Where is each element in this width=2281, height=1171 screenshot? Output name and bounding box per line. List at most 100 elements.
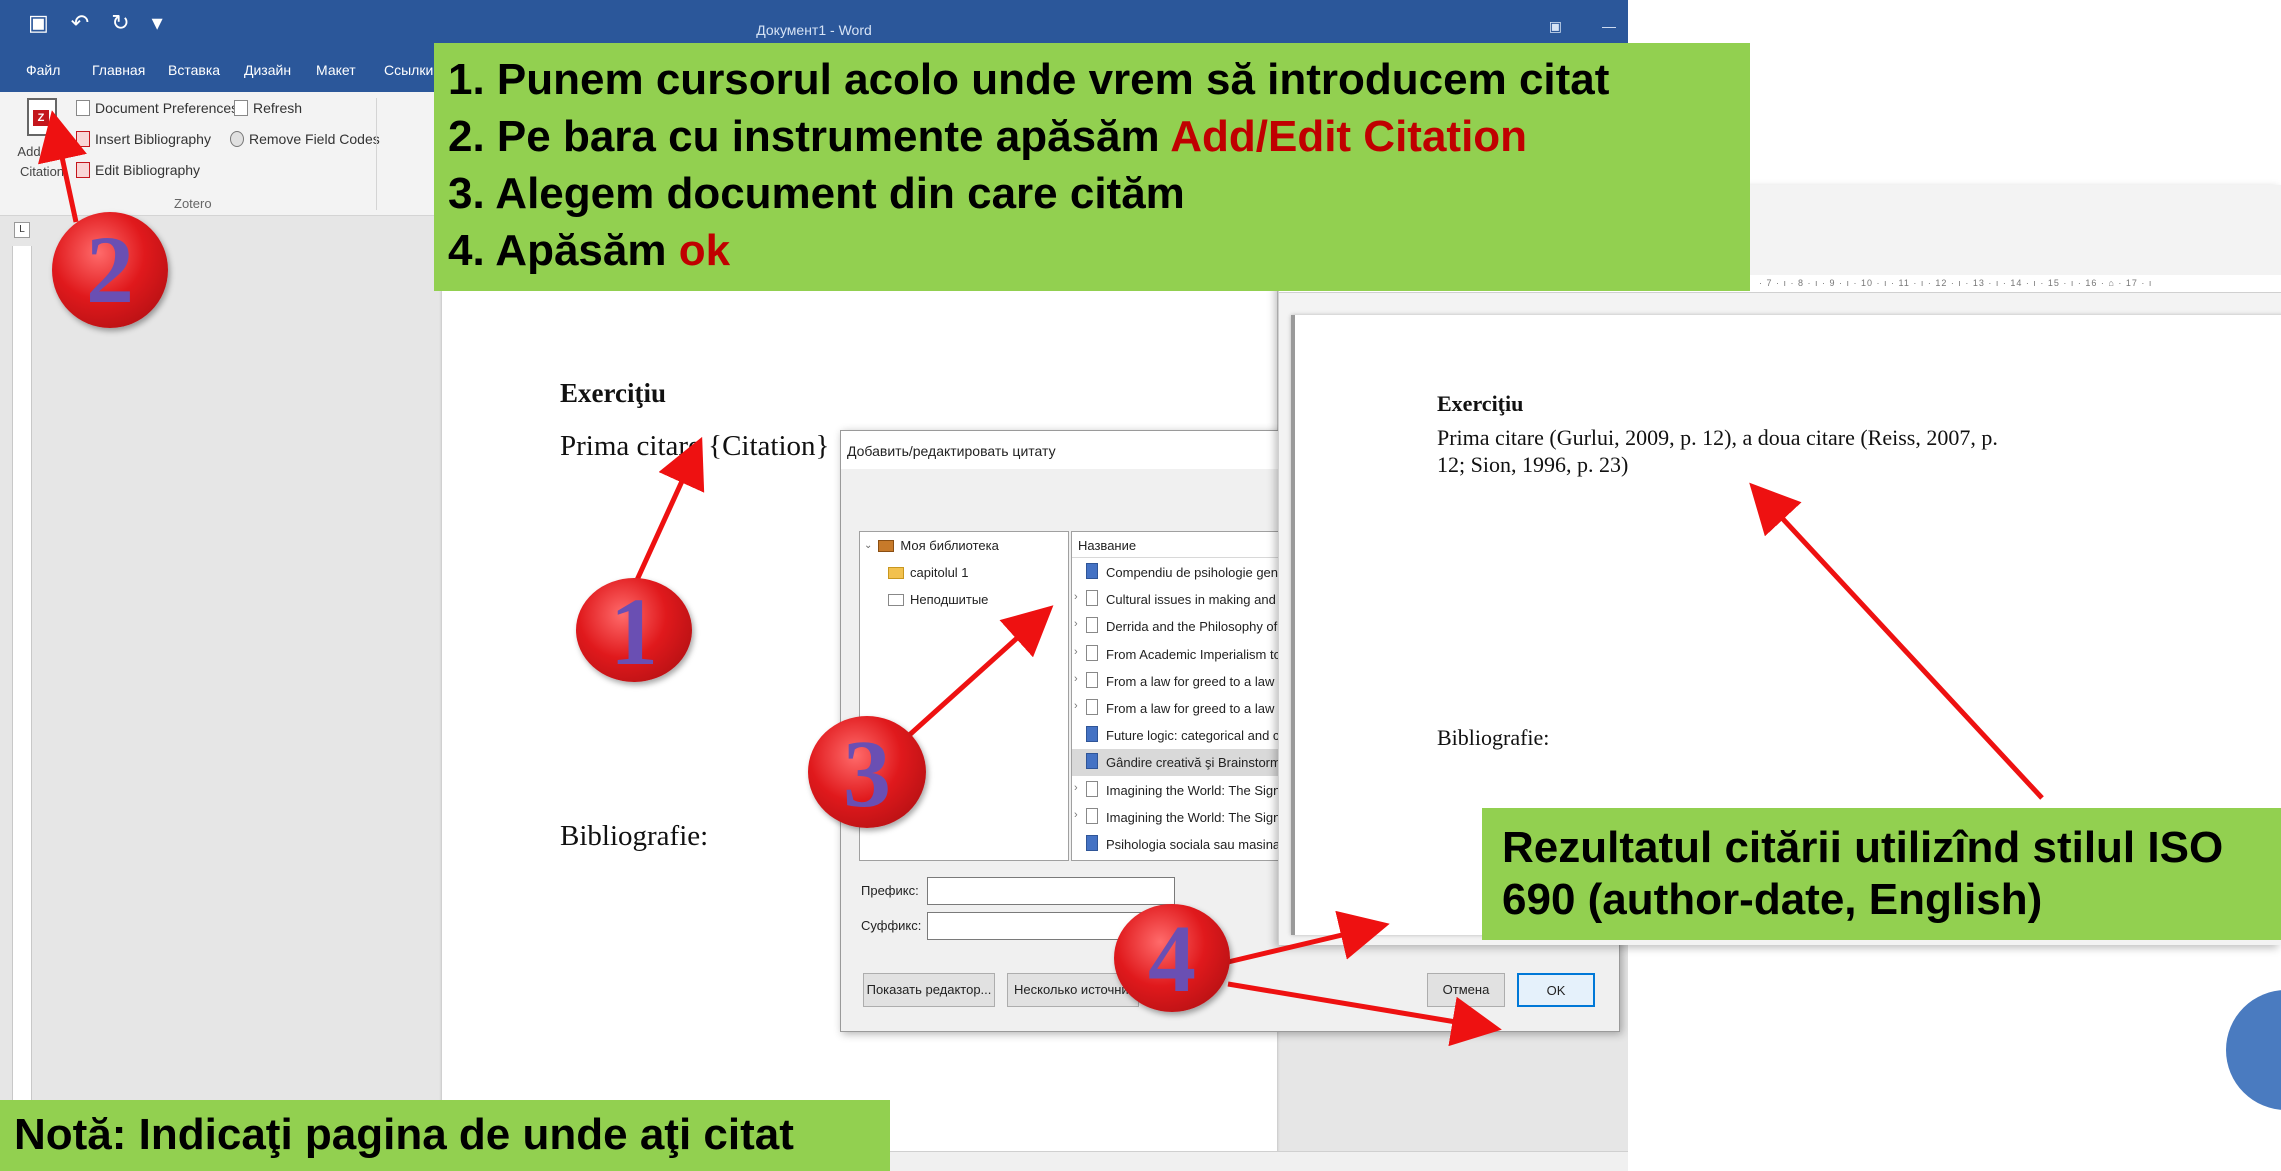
list-item-label: Derrida and the Philosophy of L	[1106, 619, 1289, 635]
document-icon	[1086, 617, 1098, 634]
cancel-button[interactable]: Отмена	[1427, 973, 1505, 1007]
prefix-input[interactable]	[927, 877, 1175, 905]
window-title: Документ1 - Word	[756, 22, 872, 38]
prefix-label: Префикс:	[861, 883, 919, 898]
list-item-label: Imagining the World: The Signif	[1106, 809, 1287, 825]
add-edit-citation-button[interactable]: Add/Edit Citation	[14, 98, 70, 182]
instruction-4: 4. Apăsăm ok	[448, 222, 1736, 279]
ribbon-display-icon[interactable]: ▣	[1549, 18, 1562, 35]
ok-button[interactable]: OK	[1517, 973, 1595, 1007]
slide-decoration-circle	[2226, 990, 2281, 1110]
tab-design[interactable]: Дизайн	[244, 62, 291, 78]
chevron-right-icon[interactable]: ›	[1074, 673, 1078, 685]
tree-item-unfiled[interactable]: Неподшитые	[888, 592, 988, 607]
list-item-label: Gândire creativă şi Brainstormin	[1106, 755, 1291, 771]
document-icon	[1086, 644, 1098, 661]
chevron-right-icon[interactable]: ›	[1074, 700, 1078, 712]
insert-bibliography-label: Insert Bibliography	[95, 131, 211, 147]
edit-bibliography-icon	[76, 162, 90, 178]
instruction-2-text: 2. Pe bara cu instrumente apăsăm	[448, 112, 1171, 161]
document-preferences-label: Document Preferences	[95, 100, 239, 116]
folder-icon	[888, 566, 904, 579]
tree-label-unfiled: Неподшитые	[910, 592, 989, 607]
tree-item-capitolul-1[interactable]: capitolul 1	[888, 565, 969, 580]
zotero-citation-icon	[27, 98, 57, 136]
note-callout: Notă: Indicaţi pagina de unde aţi citat	[0, 1100, 890, 1171]
refresh-icon	[234, 100, 248, 116]
result-callout-text: Rezultatul citării utilizînd stilul ISO …	[1502, 823, 2224, 924]
tab-selector[interactable]: L	[14, 222, 30, 238]
document-icon	[1086, 671, 1098, 688]
document-icon	[1086, 780, 1098, 797]
title-bar: ▣ ↶ ↻ ▾ Документ1 - Word ▣ —	[0, 0, 1628, 44]
add-edit-citation-label: Add/Edit Citation	[17, 144, 67, 179]
result-bibliography: Bibliografie:	[1437, 725, 1550, 750]
edit-bibliography-button[interactable]: Edit Bibliography	[76, 162, 200, 178]
refresh-label: Refresh	[253, 100, 303, 116]
refresh-button[interactable]: Refresh	[234, 100, 302, 116]
doc-bibliography: Bibliografie:	[560, 820, 709, 852]
instruction-3: 3. Alegem document din care cităm	[448, 169, 1185, 218]
step-badge-3: 3	[808, 716, 926, 828]
instruction-4-text: 4. Apăsăm	[448, 226, 679, 275]
step-badge-1: 1	[576, 578, 692, 685]
tree-item-my-library[interactable]: ⌄ Моя библиотека	[864, 538, 999, 553]
instruction-2: 2. Pe bara cu instrumente apăsăm Add/Edi…	[448, 108, 1736, 165]
library-icon	[878, 539, 895, 552]
doc-citation-line: Prima citare {Citation}	[560, 430, 830, 462]
edit-bibliography-label: Edit Bibliography	[95, 162, 201, 178]
remove-field-codes-button[interactable]: Remove Field Codes	[230, 131, 380, 147]
show-editor-button[interactable]: Показать редактор...	[863, 973, 995, 1007]
result-citation-line-1: Prima citare (Gurlui, 2009, p. 12), a do…	[1437, 425, 1998, 450]
list-item-label: Future logic: categorical and co	[1106, 728, 1287, 744]
list-item-label: From Academic Imperialism to	[1106, 646, 1281, 662]
insert-bibliography-button[interactable]: Insert Bibliography	[76, 131, 211, 147]
instruction-2-highlight: Add/Edit Citation	[1170, 112, 1528, 161]
list-item-label: From a law for greed to a law fo	[1106, 701, 1289, 716]
tab-layout[interactable]: Макет	[316, 62, 356, 78]
doc-heading: Exerciţiu	[560, 378, 666, 408]
document-icon	[1086, 590, 1098, 607]
instruction-4-highlight: ok	[678, 226, 731, 275]
remove-field-codes-label: Remove Field Codes	[249, 131, 380, 147]
chevron-down-icon[interactable]: ⌄	[864, 540, 872, 551]
tab-home[interactable]: Главная	[92, 62, 145, 78]
tab-file[interactable]: Файл	[26, 62, 60, 78]
unfiled-icon	[888, 593, 904, 606]
chevron-right-icon[interactable]: ›	[1074, 591, 1078, 603]
step-badge-2: 2	[52, 212, 168, 328]
chevron-right-icon[interactable]: ›	[1074, 618, 1078, 630]
result-citation-line-2: 12; Sion, 1996, p. 23)	[1437, 452, 1629, 477]
result-heading: Exerciţiu	[1437, 391, 1524, 416]
instructions-callout: 1. Punem cursorul acolo unde vrem să int…	[434, 43, 1750, 291]
book-icon	[1086, 753, 1098, 770]
note-text: Notă: Indicaţi pagina de unde aţi citat	[14, 1110, 794, 1159]
window-controls: ▣ —	[1549, 18, 1616, 35]
tree-label-capitolul-1: capitolul 1	[910, 565, 969, 580]
book-icon	[1086, 563, 1098, 579]
chevron-right-icon[interactable]: ›	[1074, 782, 1078, 794]
document-icon	[1086, 807, 1098, 824]
list-item-label: Psihologia sociala sau masina d	[1106, 837, 1291, 852]
preferences-icon	[76, 100, 90, 116]
chevron-right-icon[interactable]: ›	[1074, 646, 1078, 658]
document-preferences-button[interactable]: Document Preferences	[76, 100, 238, 116]
book-icon	[1086, 835, 1098, 851]
vertical-ruler	[12, 246, 32, 1171]
tab-insert[interactable]: Вставка	[168, 62, 220, 78]
bibliography-icon	[76, 131, 90, 147]
result-callout: Rezultatul citării utilizînd stilul ISO …	[1482, 808, 2281, 940]
chevron-right-icon[interactable]: ›	[1074, 809, 1078, 821]
tab-references[interactable]: Ссылки	[384, 62, 433, 78]
list-item-label: Compendiu de psihologie gene	[1106, 565, 1286, 580]
tree-label-my-library: Моя библиотека	[900, 538, 999, 553]
minimize-icon[interactable]: —	[1602, 18, 1616, 35]
book-icon	[1086, 726, 1098, 743]
list-item-label: Cultural issues in making and u	[1106, 592, 1287, 608]
document-icon	[1086, 699, 1098, 715]
zotero-group-label: Zotero	[174, 196, 212, 211]
suffix-label: Суффикс:	[861, 918, 922, 933]
list-item-label: From a law for greed to a law fo	[1106, 673, 1289, 689]
gear-icon	[230, 131, 244, 147]
ribbon-separator	[376, 98, 377, 210]
